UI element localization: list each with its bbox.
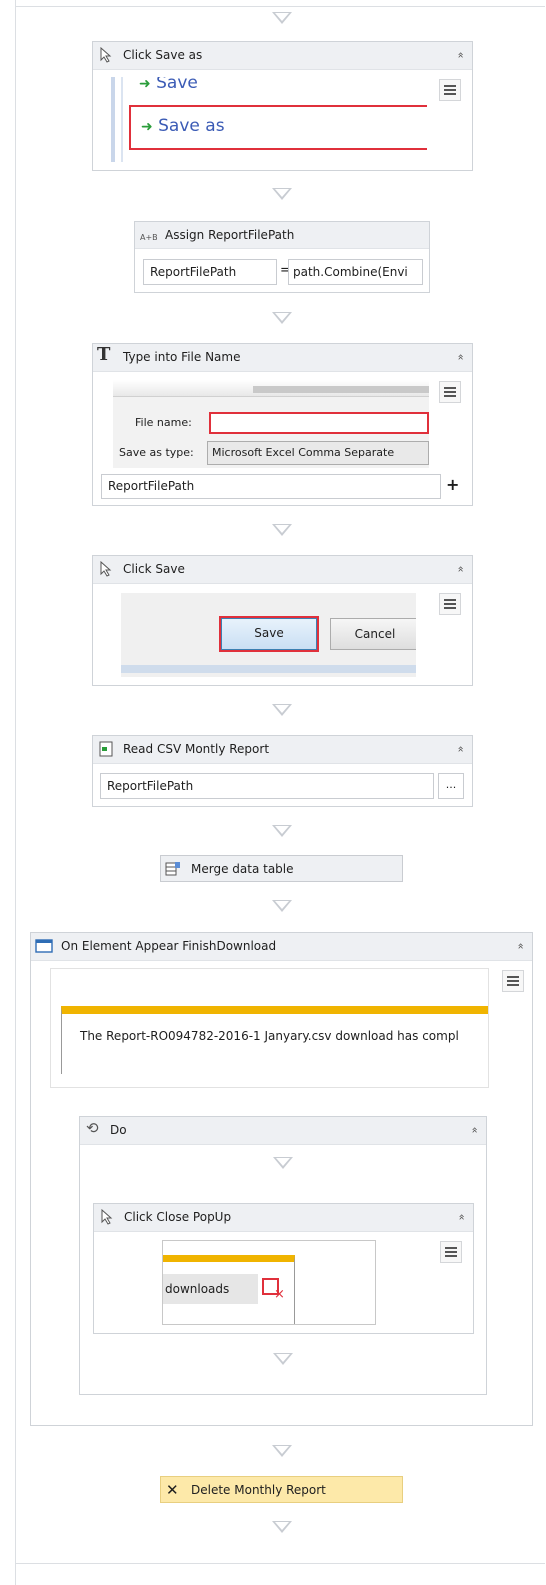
activity-header[interactable]: Click Close PopUp « [94,1204,473,1232]
collapse-icon[interactable]: « [453,52,469,59]
sequence-icon: ⟲ [86,1119,99,1137]
green-arrow-icon: ➜ [141,119,153,135]
activity-header[interactable]: A+B Assign ReportFilePath [135,222,429,249]
activity-title: On Element Appear FinishDownload [61,939,277,953]
target-screenshot[interactable]: Save Cancel [121,593,416,677]
notification-bar: The Report-RO094782-2016-1 Janyary.csv d… [61,1006,488,1074]
downloads-label: downloads [163,1274,258,1304]
drop-arrow-icon[interactable] [273,1157,293,1169]
drop-arrow-icon[interactable] [272,825,292,837]
target-screenshot[interactable]: File name: Save as type: Microsoft Excel… [113,380,429,468]
activity-click-close-popup[interactable]: Click Close PopUp « downloads × [93,1203,474,1334]
close-icon: × [274,1287,285,1302]
save-as-type-label: Save as type: [119,446,194,459]
screenshot-cancel-button: Cancel [330,618,416,650]
menu-item-save-as: ➜ Save as [129,105,427,150]
menu-item-save: ➜ Save [139,77,198,93]
file-name-input [209,412,429,434]
activity-header[interactable]: On Element Appear FinishDownload « [31,933,532,961]
target-screenshot[interactable]: downloads × [162,1240,376,1325]
activity-header[interactable]: Click Save as « [93,42,472,70]
activity-title: Type into File Name [123,350,241,364]
collapse-icon[interactable]: « [467,1127,483,1134]
cursor-icon [100,1208,114,1230]
activity-title: Assign ReportFilePath [165,228,295,242]
file-name-label: File name: [135,416,192,429]
merge-table-icon [165,861,181,880]
assign-value-field[interactable]: path.Combine(Envi [288,259,423,285]
activity-title: Merge data table [191,862,294,876]
menu-item-save-as-label: Save as [158,116,225,136]
screenshot-scrollbar [253,386,429,393]
cursor-icon [99,560,113,582]
activity-read-csv[interactable]: Read CSV Montly Report « ReportFilePath … [92,735,473,807]
activity-title: Click Save as [123,48,203,62]
collapse-icon[interactable]: « [453,354,469,361]
activity-click-save-as[interactable]: Click Save as « ➜ Save ➜ Save as [92,41,473,171]
activity-type-into[interactable]: T Type into File Name « File name: Save … [92,343,473,506]
options-menu-button[interactable] [439,593,461,615]
activity-title: Click Close PopUp [124,1210,232,1224]
drop-arrow-icon[interactable] [272,312,292,324]
file-path-field[interactable]: ReportFilePath [100,773,434,799]
options-menu-button[interactable] [440,1241,462,1263]
assign-icon: A+B [140,233,158,242]
drop-arrow-icon[interactable] [272,1521,292,1533]
activity-merge-data-table[interactable]: Merge data table [160,855,403,882]
activity-header[interactable]: T Type into File Name « [93,344,472,372]
target-screenshot[interactable]: ➜ Save ➜ Save as [111,77,427,162]
activity-header[interactable]: Click Save « [93,556,472,584]
download-message: The Report-RO094782-2016-1 Janyary.csv d… [80,1029,459,1043]
screenshot-bottom-bar [121,665,416,673]
activity-header[interactable]: Read CSV Montly Report « [93,736,472,764]
activity-title: Read CSV Montly Report [123,742,270,756]
do-sequence[interactable]: ⟲ Do « Click Close PopUp « downloads × [79,1116,487,1395]
window-icon [35,938,53,959]
activity-assign[interactable]: A+B Assign ReportFilePath ReportFilePath… [134,221,430,293]
target-screenshot[interactable]: The Report-RO094782-2016-1 Janyary.csv d… [50,968,489,1088]
activity-on-element-appear[interactable]: On Element Appear FinishDownload « The R… [30,932,533,1426]
collapse-icon[interactable]: « [513,943,529,950]
options-menu-button[interactable] [439,79,461,101]
activity-click-save[interactable]: Click Save « Save Cancel [92,555,473,686]
drop-arrow-icon[interactable] [273,1353,293,1365]
popup-bar: downloads × [163,1255,295,1324]
delete-x-icon: ✕ [166,1481,179,1499]
type-t-icon: T [97,344,111,365]
do-header[interactable]: ⟲ Do « [80,1117,486,1145]
collapse-icon[interactable]: « [454,1214,470,1221]
csv-file-icon [99,741,113,762]
menu-item-save-label: Save [156,77,198,93]
save-as-type-select: Microsoft Excel Comma Separate [207,441,429,465]
options-menu-button[interactable] [502,970,524,992]
drop-arrow-icon[interactable] [272,1445,292,1457]
browse-button[interactable]: ... [438,773,464,799]
separator-line [121,77,123,162]
options-menu-button[interactable] [439,381,461,403]
drop-arrow-icon[interactable] [272,900,292,912]
sequence-left-border [15,0,16,1585]
drop-arrow-icon[interactable] [272,704,292,716]
drop-arrow-icon[interactable] [272,524,292,536]
cursor-icon [99,46,113,68]
add-plus-button[interactable]: + [446,474,459,496]
green-arrow-icon: ➜ [139,77,151,92]
assign-to-field[interactable]: ReportFilePath [143,259,277,285]
collapse-icon[interactable]: « [453,566,469,573]
screenshot-save-button: Save [219,616,319,652]
activity-title: Click Save [123,562,185,576]
activity-title: Delete Monthly Report [191,1483,326,1497]
sequence-top-border [15,6,545,7]
activity-delete-monthly-report[interactable]: ✕ Delete Monthly Report [160,1476,403,1503]
sequence-bottom-border [15,1563,545,1564]
text-input-field[interactable]: ReportFilePath [101,474,441,499]
do-title: Do [110,1123,127,1137]
drop-arrow-icon[interactable] [272,12,292,24]
collapse-icon[interactable]: « [453,746,469,753]
drop-arrow-icon[interactable] [272,188,292,200]
